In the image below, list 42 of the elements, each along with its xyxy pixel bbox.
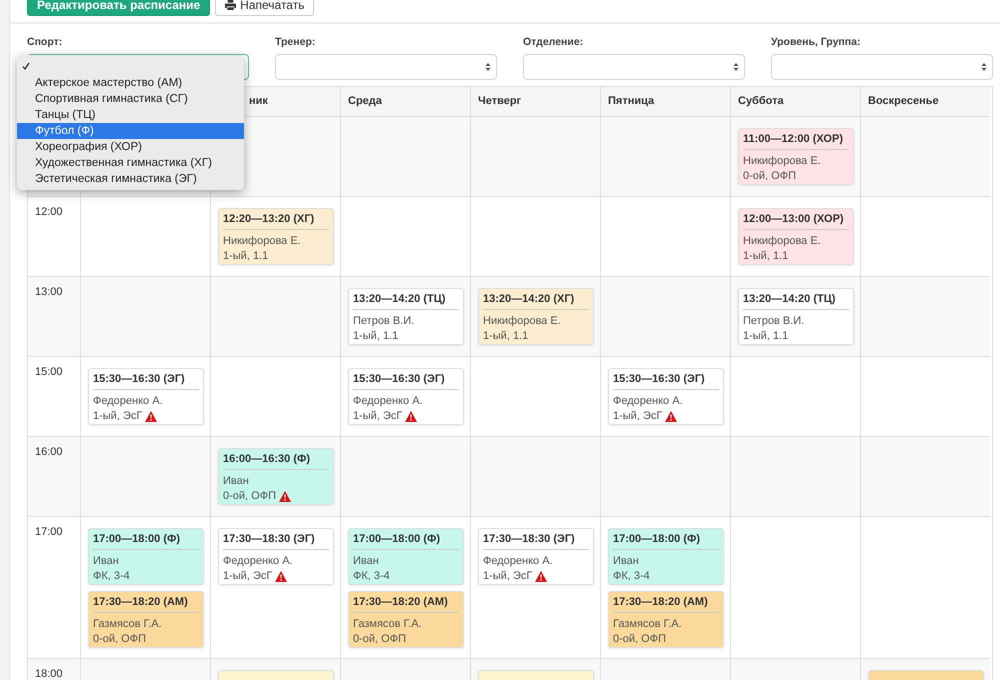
select-arrows-icon (981, 62, 987, 72)
event-card[interactable]: 13:20—14:20 (ТЦ) Петров В.И. 1-ый, 1.1 (348, 288, 464, 345)
event-card[interactable]: 12:00—13:00 (ХОР) Никифорова Е. 1-ый, 1.1 (738, 208, 854, 265)
event-card[interactable]: 17:00—18:00 (Ф) Иван ФК, 3-4 (348, 528, 464, 585)
filter-label: Уровень, Группа: (771, 36, 862, 50)
print-button[interactable]: Напечатать (215, 0, 314, 16)
filter-label: Спорт: (27, 36, 64, 50)
event-card[interactable]: 17:30—18:20 (АМ) Газмясов Г.А. 0-ой, ОФП (88, 591, 204, 648)
header-cell: Четверг (470, 87, 600, 116)
filter-label: Тренер: (275, 36, 316, 50)
dropdown-option[interactable]: Хореография (ХОР) (17, 139, 244, 155)
event-card[interactable]: 15:30—16:30 (ЭГ) Федоренко А. 1-ый, ЭсГ (88, 368, 204, 425)
dropdown-option[interactable]: Эстетическая гимнастика (ЭГ) (17, 171, 244, 187)
filter-label: Отделение: (523, 36, 584, 50)
event-card[interactable]: 17:30—18:20 (АМ) Газмясов Г.А. 0-ой, ОФП (348, 591, 464, 648)
event-card[interactable]: 17:30—18:20 (АМ) Газмясов Г.А. 0-ой, ОФП (608, 591, 724, 648)
event-card[interactable]: 17:30—18:30 (ЭГ) Федоренко А. 1-ый, ЭсГ (218, 528, 334, 585)
header-cell: Среда (340, 87, 470, 116)
time-cell: 13:00 (28, 276, 80, 356)
dropdown-option[interactable]: Футбол (Ф) (17, 123, 244, 139)
select-arrows-icon (485, 62, 491, 72)
header-cell: Суббота (730, 87, 860, 116)
dropdown-option[interactable]: Художественная гимнастика (ХГ) (17, 155, 244, 171)
event-card[interactable]: 13:20—14:20 (ТЦ) Петров В.И. 1-ый, 1.1 (738, 288, 854, 345)
event-card[interactable]: 16:00—16:30 (Ф) Иван 0-ой, ОФП (218, 448, 334, 505)
event-card[interactable]: 17:00—18:00 (Ф) Иван ФК, 3-4 (608, 528, 724, 585)
header-cell: Воскресенье (860, 87, 990, 116)
header-cell: Пятница (600, 87, 730, 116)
printer-icon (225, 0, 236, 10)
time-cell: 16:00 (28, 436, 80, 516)
event-card[interactable]: 13:20—14:20 (ХГ) Никифорова Е. 1-ый, 1.1 (478, 288, 594, 345)
select-arrows-icon (733, 62, 739, 72)
select-field[interactable] (523, 54, 745, 80)
event-card[interactable]: 17:00—18:00 (Ф) Иван ФК, 3-4 (88, 528, 204, 585)
event-card[interactable]: 17:30—18:30 (ЭГ) Федоренко А. 1-ый, ЭсГ (478, 528, 594, 585)
select-field[interactable] (275, 54, 497, 80)
select-field[interactable] (771, 54, 993, 80)
event-card[interactable]: 12:20—13:20 (ХГ) Никифорова Е. 1-ый, 1.1 (218, 208, 334, 265)
event-card[interactable]: 15:30—16:30 (ЭГ) Федоренко А. 1-ый, ЭсГ (608, 368, 724, 425)
event-card[interactable]: 15:30—16:30 (ЭГ) Федоренко А. 1-ый, ЭсГ (348, 368, 464, 425)
event-card[interactable]: 11:00—12:00 (ХОР) Никифорова Е. 0-ой, ОФП (738, 128, 854, 185)
time-cell: 18:00 (28, 658, 80, 680)
